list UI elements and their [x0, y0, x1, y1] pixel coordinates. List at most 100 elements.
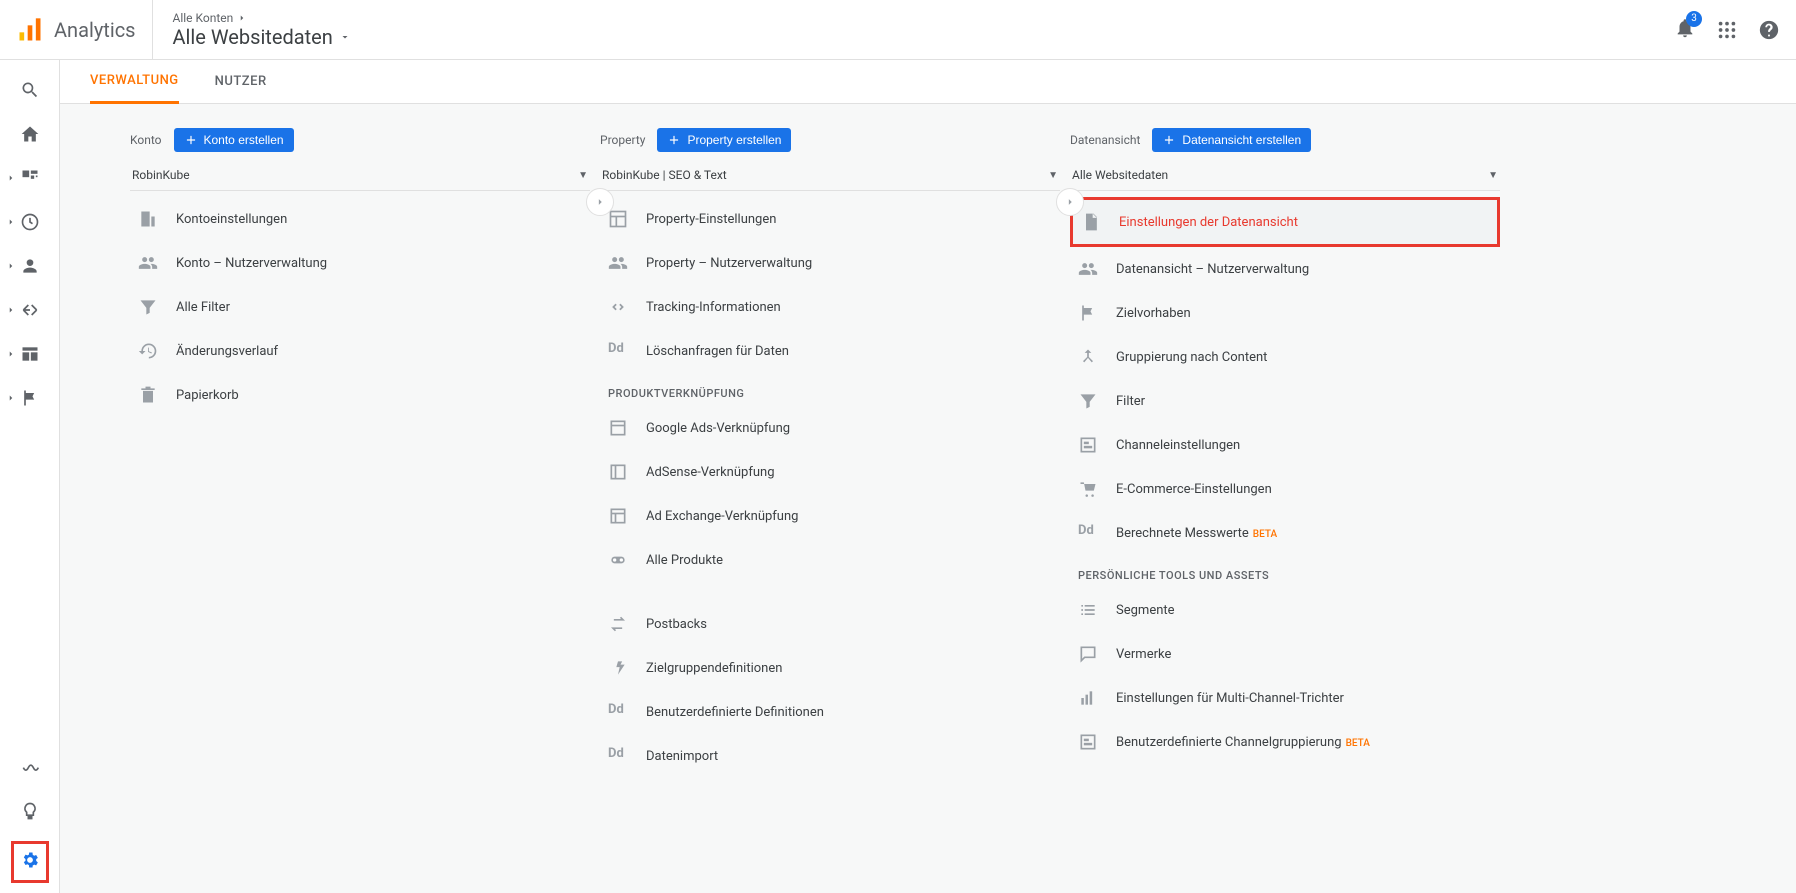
property-user-mgmt[interactable]: Property – Nutzerverwaltung [600, 241, 1060, 285]
column-arrow-right[interactable] [586, 188, 614, 216]
view-filters[interactable]: Filter [1070, 379, 1500, 423]
notifications-button[interactable]: 3 [1674, 17, 1696, 43]
nav-acquisition[interactable] [20, 300, 40, 320]
annotations[interactable]: Vermerke [1070, 632, 1500, 676]
product-linking-header: PRODUKTVERKNÜPFUNG [600, 373, 1060, 406]
menu-item-label: Filter [1116, 394, 1145, 409]
tracking-info[interactable]: Tracking-Informationen [600, 285, 1060, 329]
account-filters[interactable]: Alle Filter [130, 285, 590, 329]
property-column: Property Property erstellen RobinKube | … [600, 128, 1070, 778]
delete-requests[interactable]: DdLöschanfragen für Daten [600, 329, 1060, 373]
personal-tools-header: PERSÖNLICHE TOOLS UND ASSETS [1070, 555, 1500, 588]
menu-item-label: E-Commerce-Einstellungen [1116, 482, 1272, 497]
nav-behavior[interactable] [20, 344, 40, 364]
property-settings[interactable]: Property-Einstellungen [600, 197, 1060, 241]
tab-admin[interactable]: VERWALTUNG [90, 60, 179, 104]
exchange-icon [608, 614, 628, 634]
menu-item-label: Kontoeinstellungen [176, 212, 287, 227]
caret-down-icon: ▼ [1048, 170, 1058, 181]
account-selector[interactable]: Alle Konten Alle Websitedaten [152, 0, 351, 60]
caret-down-icon: ▼ [578, 170, 588, 181]
search-icon[interactable] [20, 80, 40, 100]
bars-icon [1078, 688, 1098, 708]
audience-definitions[interactable]: Zielgruppendefinitionen [600, 646, 1060, 690]
view-user-mgmt[interactable]: Datenansicht – Nutzerverwaltung [1070, 247, 1500, 291]
account-trash[interactable]: Papierkorb [130, 373, 590, 417]
nav-realtime[interactable] [20, 212, 40, 232]
help-icon[interactable] [1758, 19, 1780, 41]
stack-icon [1078, 435, 1098, 455]
home-icon[interactable] [20, 124, 40, 144]
goals[interactable]: Zielvorhaben [1070, 291, 1500, 335]
dd-icon: Dd [608, 702, 628, 722]
view-name[interactable]: Alle Websitedaten [173, 25, 351, 49]
caret-down-icon: ▼ [1488, 170, 1498, 181]
account-column: Konto Konto erstellen RobinKube▼ Kontoei… [130, 128, 600, 778]
column-arrow-right[interactable] [1056, 188, 1084, 216]
adsense-link[interactable]: AdSense-Verknüpfung [600, 450, 1060, 494]
nav-audience[interactable] [20, 256, 40, 276]
property-col-title: Property [600, 133, 645, 147]
notif-badge: 3 [1686, 11, 1702, 27]
data-import[interactable]: DdDatenimport [600, 734, 1060, 778]
all-products[interactable]: Alle Produkte [600, 538, 1060, 582]
create-property-button[interactable]: Property erstellen [657, 128, 791, 152]
account-changelog[interactable]: Änderungsverlauf [130, 329, 590, 373]
account-settings[interactable]: Kontoeinstellungen [130, 197, 590, 241]
logo-block[interactable]: Analytics [16, 16, 152, 44]
custom-channel-grouping[interactable]: Benutzerdefinierte ChannelgruppierungBET… [1070, 720, 1500, 764]
view-settings[interactable]: Einstellungen der Datenansicht [1073, 200, 1497, 244]
comment-icon [1078, 644, 1098, 664]
account-selector-dropdown[interactable]: RobinKube▼ [130, 162, 590, 191]
create-account-button[interactable]: Konto erstellen [174, 128, 294, 152]
view-column: Datenansicht Datenansicht erstellen Alle… [1070, 128, 1510, 778]
multichannel-settings[interactable]: Einstellungen für Multi-Channel-Trichter [1070, 676, 1500, 720]
tabs: VERWALTUNG NUTZER [60, 60, 1796, 104]
left-sidebar [0, 60, 60, 893]
custom-definitions[interactable]: DdBenutzerdefinierte Definitionen [600, 690, 1060, 734]
postbacks[interactable]: Postbacks [600, 602, 1060, 646]
discover-icon[interactable] [20, 801, 40, 821]
accounts-link[interactable]: Alle Konten [173, 11, 351, 25]
create-view-button[interactable]: Datenansicht erstellen [1152, 128, 1311, 152]
adexchange-link[interactable]: Ad Exchange-Verknüpfung [600, 494, 1060, 538]
menu-item-label: Postbacks [646, 617, 707, 632]
apps-icon[interactable] [1716, 19, 1738, 41]
property-selector-dropdown[interactable]: RobinKube | SEO & Text▼ [600, 162, 1060, 191]
view-col-title: Datenansicht [1070, 133, 1140, 147]
menu-item-label: Segmente [1116, 603, 1175, 618]
segments[interactable]: Segmente [1070, 588, 1500, 632]
view-settings-highlighted: Einstellungen der Datenansicht [1070, 197, 1500, 247]
analytics-logo-icon [16, 16, 44, 44]
menu-item-label: Ad Exchange-Verknüpfung [646, 509, 798, 524]
tab-users[interactable]: NUTZER [215, 60, 267, 104]
menu-item-label: Datenimport [646, 749, 718, 764]
admin-gear-highlighted[interactable] [11, 841, 49, 883]
users-icon [608, 253, 628, 273]
box-icon [608, 462, 628, 482]
header-icons: 3 [1674, 17, 1780, 43]
segments-icon [1078, 600, 1098, 620]
content-grouping[interactable]: Gruppierung nach Content [1070, 335, 1500, 379]
nav-conversions[interactable] [20, 388, 40, 408]
calculated-metrics[interactable]: DdBerechnete MesswerteBETA [1070, 511, 1500, 555]
dd-icon: Dd [608, 341, 628, 361]
attribution-icon[interactable] [20, 761, 40, 781]
menu-item-label: Alle Filter [176, 300, 230, 315]
account-user-mgmt[interactable]: Konto – Nutzerverwaltung [130, 241, 590, 285]
person-icon [20, 256, 40, 276]
menu-item-label: Einstellungen der Datenansicht [1119, 215, 1298, 230]
google-ads-link[interactable]: Google Ads-Verknüpfung [600, 406, 1060, 450]
clock-icon [20, 212, 40, 232]
menu-item-label: Zielvorhaben [1116, 306, 1191, 321]
view-selector-dropdown[interactable]: Alle Websitedaten▼ [1070, 162, 1500, 191]
building-icon [138, 209, 158, 229]
flag-icon [20, 388, 40, 408]
menu-item-label: Gruppierung nach Content [1116, 350, 1267, 365]
chevron-right-icon [6, 217, 16, 227]
layout-icon [608, 209, 628, 229]
nav-customization[interactable] [20, 168, 40, 188]
channel-settings[interactable]: Channeleinstellungen [1070, 423, 1500, 467]
ecommerce-settings[interactable]: E-Commerce-Einstellungen [1070, 467, 1500, 511]
menu-item-label: Konto – Nutzerverwaltung [176, 256, 327, 271]
